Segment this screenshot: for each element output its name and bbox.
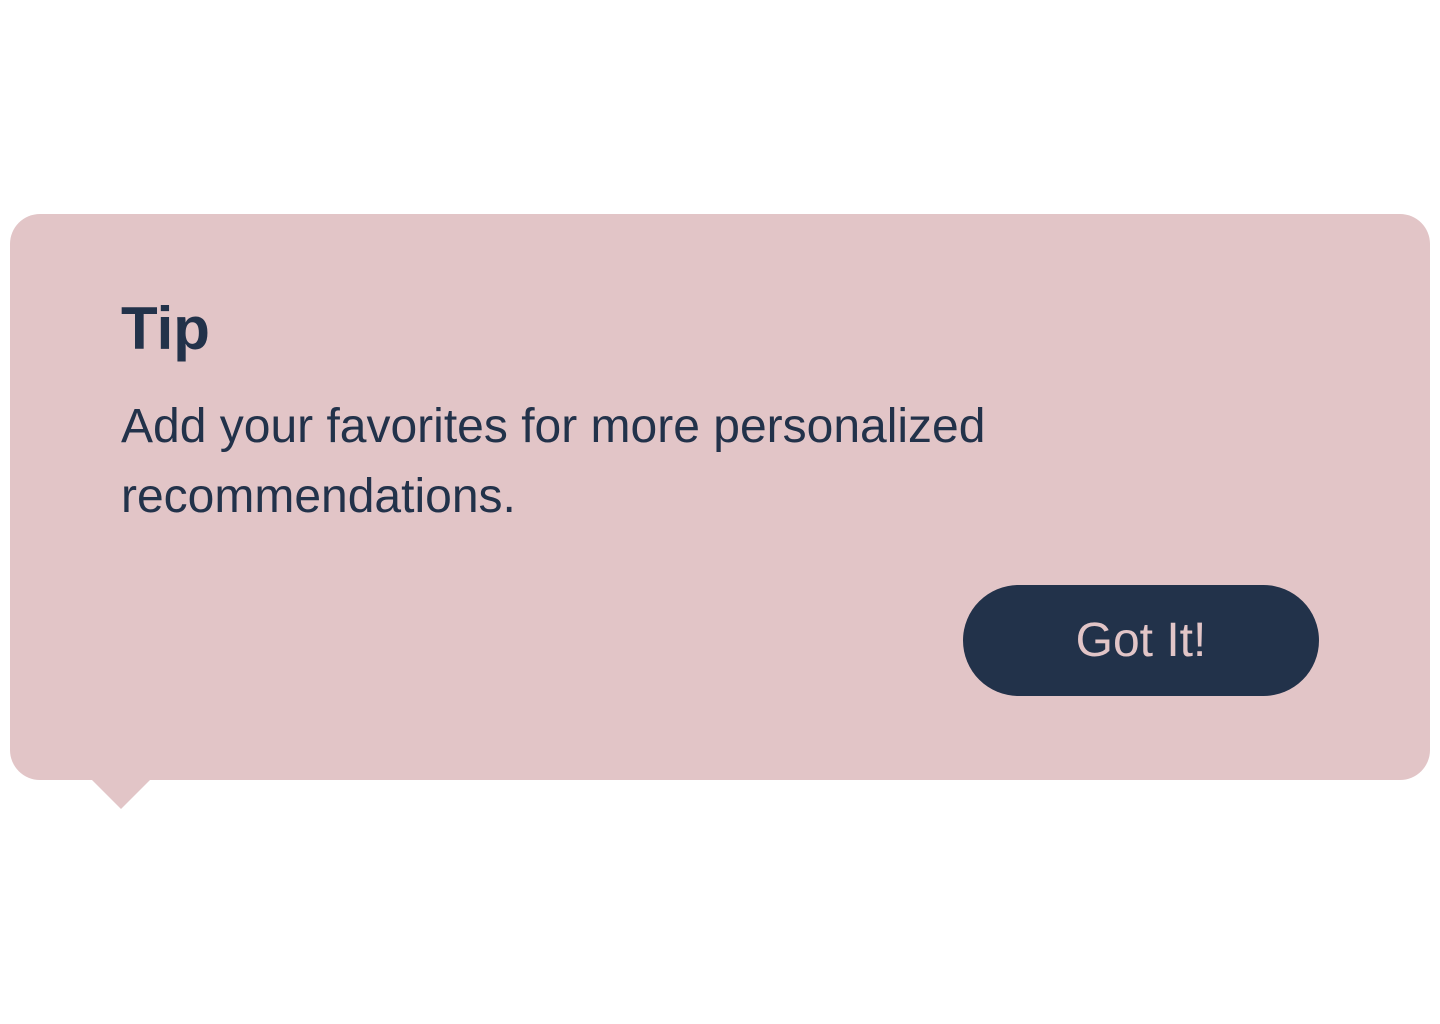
tip-tooltip: Tip Add your favorites for more personal… [10, 214, 1430, 780]
tooltip-title: Tip [121, 295, 210, 362]
tooltip-message: Add your favorites for more personalized… [121, 400, 986, 523]
tooltip-pointer-arrow [92, 780, 150, 809]
got-it-button[interactable]: Got It! [963, 585, 1319, 696]
